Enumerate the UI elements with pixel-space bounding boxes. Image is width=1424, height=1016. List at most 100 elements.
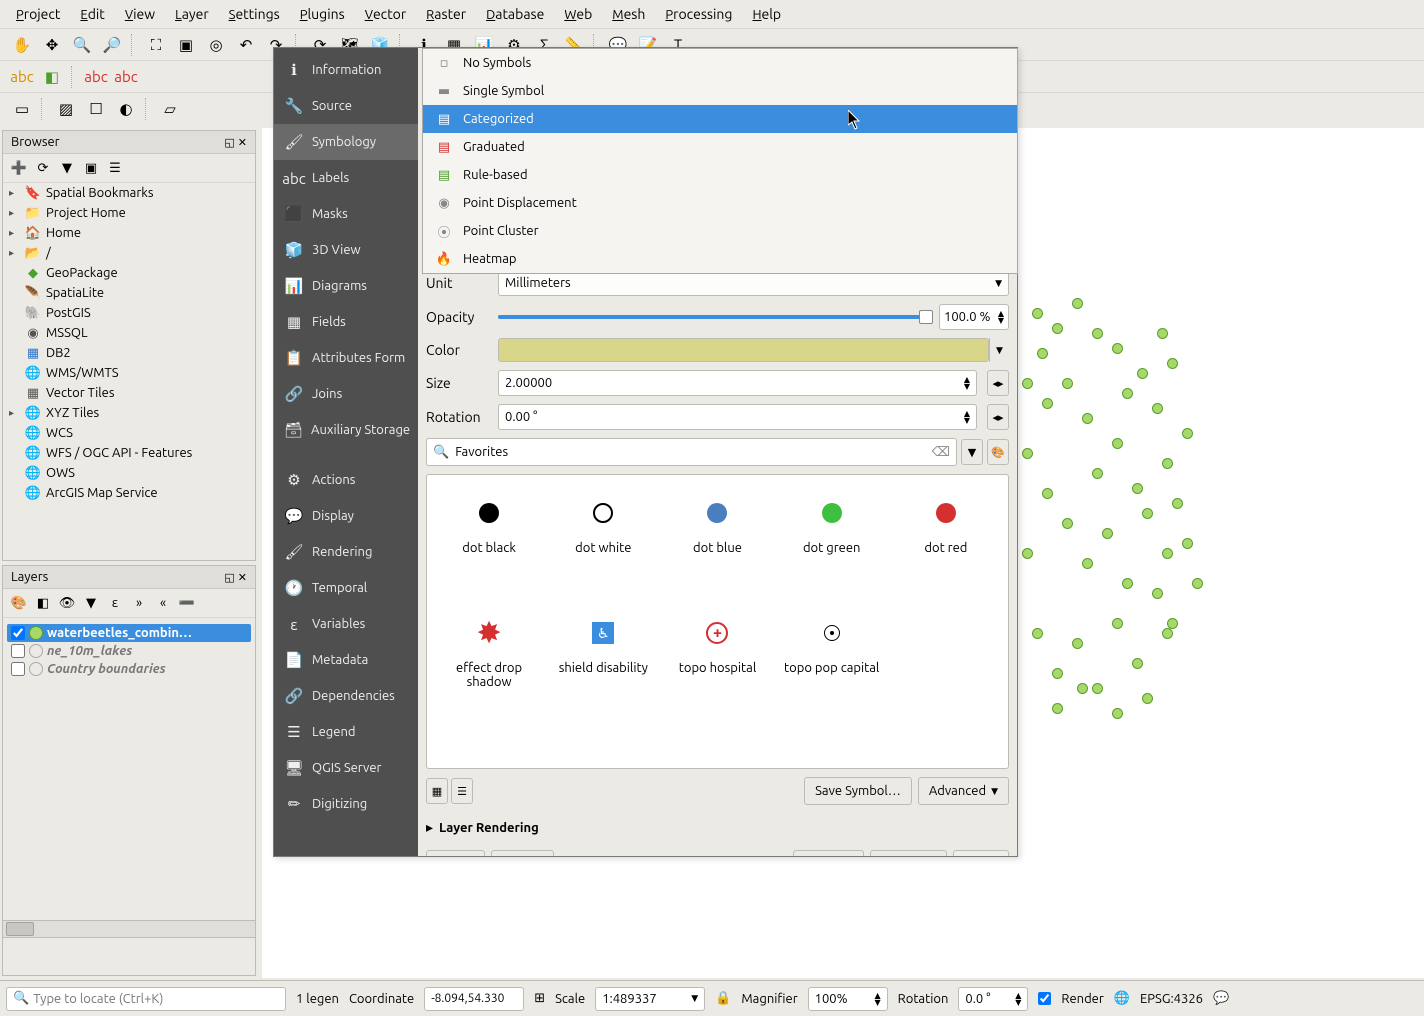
mag-field[interactable]: 100%▲▼: [808, 987, 888, 1011]
sidebar-item-diagrams[interactable]: 📊Diagrams: [274, 268, 418, 304]
props-icon[interactable]: ☰: [105, 158, 125, 178]
lock-icon[interactable]: 🔒: [715, 991, 731, 1006]
browser-item[interactable]: ▸🏠Home: [3, 223, 255, 243]
label3-icon[interactable]: abc: [82, 63, 110, 91]
style-button[interactable]: Style ▼: [491, 850, 554, 856]
rotation-spin[interactable]: 0.00 °▲▼: [498, 404, 977, 430]
menu-project[interactable]: Project: [8, 2, 68, 26]
cancel-button[interactable]: ✖Cancel: [870, 850, 947, 856]
browser-item[interactable]: ◆GeoPackage: [3, 263, 255, 283]
browser-item[interactable]: 🪶SpatiaLite: [3, 283, 255, 303]
symbol-cell[interactable]: ♿shield disability: [551, 613, 655, 723]
symbol-cell[interactable]: dot black: [437, 493, 541, 603]
rot-field[interactable]: 0.0 °▲▼: [958, 987, 1028, 1011]
menu-raster[interactable]: Raster: [418, 2, 474, 26]
browser-item[interactable]: 🌐WMS/WMTS: [3, 363, 255, 383]
browser-item[interactable]: 🌐WFS / OGC API - Features: [3, 443, 255, 463]
label4-icon[interactable]: abc: [112, 63, 140, 91]
sidebar-item-fields[interactable]: ▦Fields: [274, 304, 418, 340]
opacity-spin[interactable]: 100.0 %▲▼: [939, 304, 1009, 330]
menu-plugins[interactable]: Plugins: [292, 2, 353, 26]
hscrollbar[interactable]: [2, 920, 256, 938]
sidebar-item-display[interactable]: 💬Display: [274, 498, 418, 534]
layers-undock-icon[interactable]: ◱: [224, 571, 234, 584]
sidebar-item-variables[interactable]: εVariables: [274, 606, 418, 642]
zoom-native-icon[interactable]: ◎: [202, 31, 230, 59]
menu-vector[interactable]: Vector: [357, 2, 414, 26]
clear-icon[interactable]: ⌫: [932, 445, 950, 460]
sidebar-item-source[interactable]: 🔧Source: [274, 88, 418, 124]
layer-row[interactable]: Country boundaries: [7, 660, 251, 678]
renderer-option[interactable]: ▤Graduated: [423, 133, 1017, 161]
select-all-icon[interactable]: ☐: [82, 95, 110, 123]
sidebar-item-digitizing[interactable]: ✏Digitizing: [274, 786, 418, 822]
browser-item[interactable]: 🌐WCS: [3, 423, 255, 443]
symbol-cell[interactable]: +topo hospital: [665, 613, 769, 723]
browser-item[interactable]: ▸🔖Spatial Bookmarks: [3, 183, 255, 203]
deselect-icon[interactable]: ▨: [52, 95, 80, 123]
layer-rendering-header[interactable]: ▸ Layer Rendering: [426, 819, 1009, 836]
symbol-cell[interactable]: dot white: [551, 493, 655, 603]
symbol-cell[interactable]: topo pop capital: [780, 613, 884, 723]
renderer-dropdown[interactable]: ▫No Symbols▬Single Symbol▤Categorized▤Gr…: [422, 48, 1018, 274]
crs-icon[interactable]: 🌐: [1114, 991, 1130, 1006]
menu-view[interactable]: View: [117, 2, 163, 26]
size-spin[interactable]: 2.00000▲▼: [498, 370, 977, 396]
extents-icon[interactable]: ⊞: [534, 991, 545, 1006]
scale-field[interactable]: 1:489337▼: [595, 987, 705, 1011]
invert-icon[interactable]: ◐: [112, 95, 140, 123]
coord-field[interactable]: -8.094,54.330: [424, 987, 524, 1011]
grid-view-icon[interactable]: ▦: [426, 778, 448, 804]
sidebar-item-auxiliary-storage[interactable]: 🗃Auxiliary Storage: [274, 412, 418, 448]
sidebar-item-legend[interactable]: ☰Legend: [274, 714, 418, 750]
apply-button[interactable]: ✔Apply: [793, 850, 864, 856]
layers-close-icon[interactable]: ✕: [238, 571, 247, 584]
sidebar-item-masks[interactable]: ⬛Masks: [274, 196, 418, 232]
label2-icon[interactable]: ◧: [38, 63, 66, 91]
browser-item[interactable]: ▸📁Project Home: [3, 203, 255, 223]
help-button[interactable]: ?Help: [426, 850, 485, 856]
renderer-option[interactable]: ⦿Point Cluster: [423, 217, 1017, 245]
sidebar-item-metadata[interactable]: 📄Metadata: [274, 642, 418, 678]
select-icon[interactable]: ▭: [8, 95, 36, 123]
renderer-option[interactable]: ◉Point Displacement: [423, 189, 1017, 217]
filter-layers-icon[interactable]: ▼: [81, 593, 101, 613]
opacity-slider[interactable]: [498, 310, 933, 324]
panel-close-icon[interactable]: ✕: [238, 136, 247, 149]
pan-selection-icon[interactable]: ✥: [38, 31, 66, 59]
symbol-cell[interactable]: dot red: [894, 493, 998, 603]
browser-item[interactable]: ▦Vector Tiles: [3, 383, 255, 403]
layer-row[interactable]: waterbeetles_combin…: [7, 624, 251, 642]
zoom-last-icon[interactable]: ↶: [232, 31, 260, 59]
menu-layer[interactable]: Layer: [167, 2, 217, 26]
favorites-search[interactable]: 🔍 Favorites ⌫: [426, 438, 957, 466]
sidebar-item-3d-view[interactable]: 🧊3D View: [274, 232, 418, 268]
sidebar-item-actions[interactable]: ⚙Actions: [274, 462, 418, 498]
pan-icon[interactable]: ✋: [8, 31, 36, 59]
menu-mesh[interactable]: Mesh: [604, 2, 653, 26]
menu-settings[interactable]: Settings: [221, 2, 288, 26]
locator-input[interactable]: 🔍 Type to locate (Ctrl+K): [6, 987, 286, 1011]
renderer-option[interactable]: ▬Single Symbol: [423, 77, 1017, 105]
zoom-in-icon[interactable]: 🔍: [68, 31, 96, 59]
fav-dd[interactable]: ▼: [961, 439, 983, 465]
browser-item[interactable]: ◉MSSQL: [3, 323, 255, 343]
panel-undock-icon[interactable]: ◱: [224, 136, 234, 149]
layer-row[interactable]: ne_10m_lakes: [7, 642, 251, 660]
symbol-cell[interactable]: dot blue: [665, 493, 769, 603]
browser-tree[interactable]: ▸🔖Spatial Bookmarks▸📁Project Home▸🏠Home▸…: [3, 183, 255, 560]
color-button[interactable]: [498, 338, 989, 362]
expand-all-icon[interactable]: »: [129, 593, 149, 613]
menu-database[interactable]: Database: [478, 2, 552, 26]
label-icon[interactable]: abc: [8, 63, 36, 91]
menu-help[interactable]: Help: [744, 2, 789, 26]
symbol-cell[interactable]: ✸effect drop shadow: [437, 613, 541, 723]
browser-item[interactable]: ▸🌐XYZ Tiles: [3, 403, 255, 423]
sidebar-item-rendering[interactable]: 🖌Rendering: [274, 534, 418, 570]
browser-item[interactable]: ▸📂/: [3, 243, 255, 263]
remove-icon[interactable]: ➖: [177, 593, 197, 613]
messages-icon[interactable]: 💬: [1213, 991, 1229, 1006]
save-symbol-button[interactable]: Save Symbol…: [804, 777, 912, 805]
sidebar-item-dependencies[interactable]: 🔗Dependencies: [274, 678, 418, 714]
zoom-out-icon[interactable]: 🔎: [98, 31, 126, 59]
